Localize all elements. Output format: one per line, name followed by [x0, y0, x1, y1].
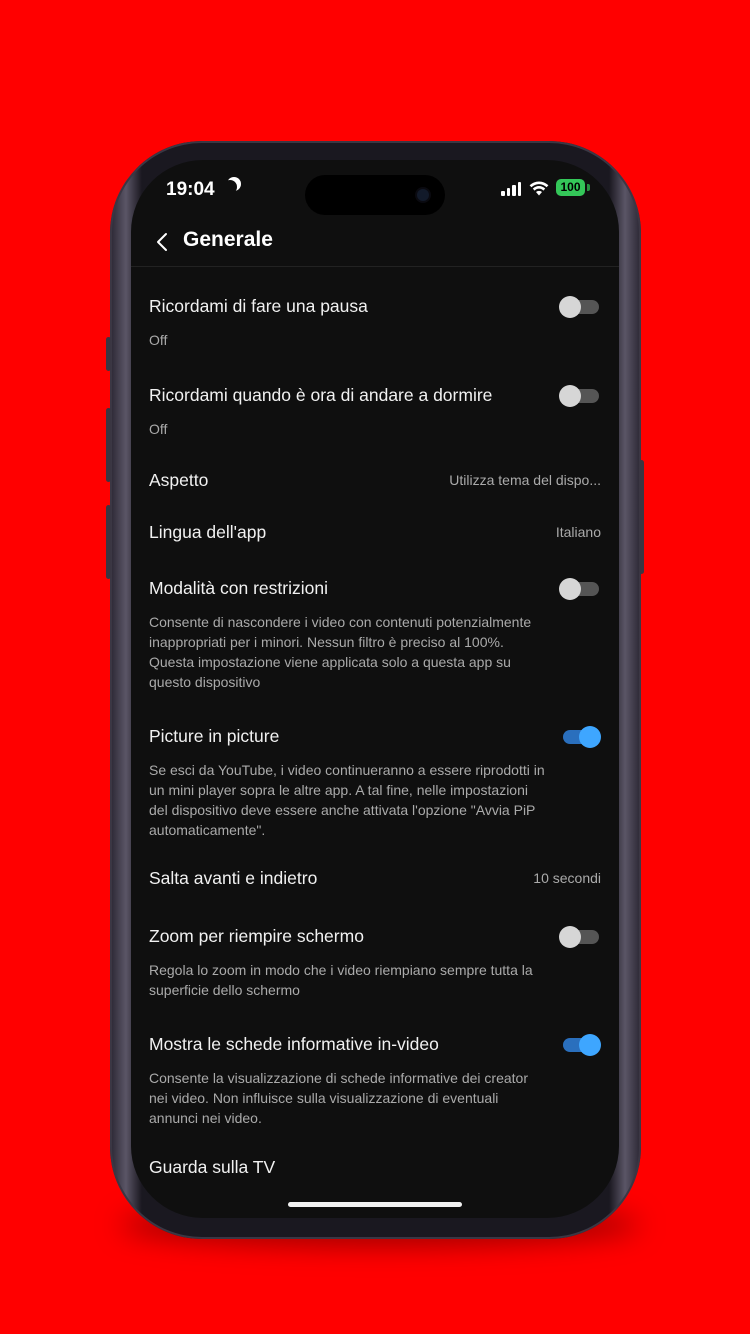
setting-info-cards[interactable]: Mostra le schede informative in-video Co…: [149, 1034, 601, 1126]
battery-indicator: 100: [556, 179, 585, 196]
camera-icon: [417, 189, 429, 201]
setting-label: Ricordami quando è ora di andare a dormi…: [149, 385, 493, 405]
setting-status: Off: [149, 421, 168, 437]
setting-label: Picture in picture: [149, 726, 280, 746]
volume-down-button: [106, 505, 111, 579]
restricted-mode-toggle[interactable]: [559, 576, 601, 600]
setting-app-language[interactable]: Lingua dell'app Italiano: [149, 522, 601, 552]
break-reminder-toggle[interactable]: [559, 294, 601, 318]
setting-watch-on-tv[interactable]: Guarda sulla TV: [149, 1157, 601, 1187]
picture-in-picture-toggle[interactable]: [559, 724, 601, 748]
setting-description: Consente di nascondere i video con conte…: [149, 614, 532, 690]
page-title: Generale: [183, 228, 273, 251]
setting-bedtime-reminder[interactable]: Ricordami quando è ora di andare a dormi…: [149, 385, 601, 445]
home-indicator[interactable]: [288, 1202, 462, 1207]
setting-restricted-mode[interactable]: Modalità con restrizioni Consente di nas…: [149, 578, 601, 693]
setting-value: 10 secondi: [533, 870, 601, 886]
header: Generale: [131, 220, 619, 267]
setting-value: Italiano: [555, 524, 601, 540]
setting-description: Consente la visualizzazione di schede in…: [149, 1070, 528, 1126]
setting-skip-forward-back[interactable]: Salta avanti e indietro 10 secondi: [149, 868, 601, 898]
setting-label: Guarda sulla TV: [149, 1157, 276, 1177]
setting-label: Ricordami di fare una pausa: [149, 296, 368, 316]
setting-zoom-to-fill[interactable]: Zoom per riempire schermo Regola lo zoom…: [149, 926, 601, 1006]
cellular-signal-icon: [501, 182, 523, 196]
phone-screen: 19:04 100 Generale Ricordami di fare una…: [131, 160, 619, 1218]
bedtime-reminder-toggle[interactable]: [559, 383, 601, 407]
setting-label: Zoom per riempire schermo: [149, 926, 364, 946]
action-button: [106, 337, 111, 371]
setting-label: Modalità con restrizioni: [149, 578, 328, 598]
status-bar: 19:04 100: [131, 160, 619, 220]
info-cards-toggle[interactable]: [559, 1032, 601, 1056]
setting-label: Salta avanti e indietro: [149, 868, 318, 888]
moon-icon: [223, 180, 237, 194]
setting-appearance[interactable]: Aspetto Utilizza tema del dispo...: [149, 470, 601, 500]
back-arrow-icon[interactable]: [153, 232, 173, 252]
zoom-to-fill-toggle[interactable]: [559, 924, 601, 948]
setting-label: Lingua dell'app: [149, 522, 267, 542]
setting-value: Utilizza tema del dispo...: [449, 472, 601, 488]
setting-description: Regola lo zoom in modo che i video riemp…: [149, 962, 533, 998]
setting-label: Mostra le schede informative in-video: [149, 1034, 439, 1054]
dynamic-island: [305, 175, 445, 215]
setting-picture-in-picture[interactable]: Picture in picture Se esci da YouTube, i…: [149, 726, 601, 841]
setting-break-reminder[interactable]: Ricordami di fare una pausa Off: [149, 296, 601, 356]
power-button: [639, 460, 644, 574]
setting-description: Se esci da YouTube, i video continuerann…: [149, 762, 545, 838]
volume-up-button: [106, 408, 111, 482]
battery-tip: [587, 184, 590, 191]
status-time: 19:04: [166, 179, 215, 200]
setting-label: Aspetto: [149, 470, 209, 490]
setting-status: Off: [149, 332, 168, 348]
wifi-icon: [529, 181, 549, 196]
